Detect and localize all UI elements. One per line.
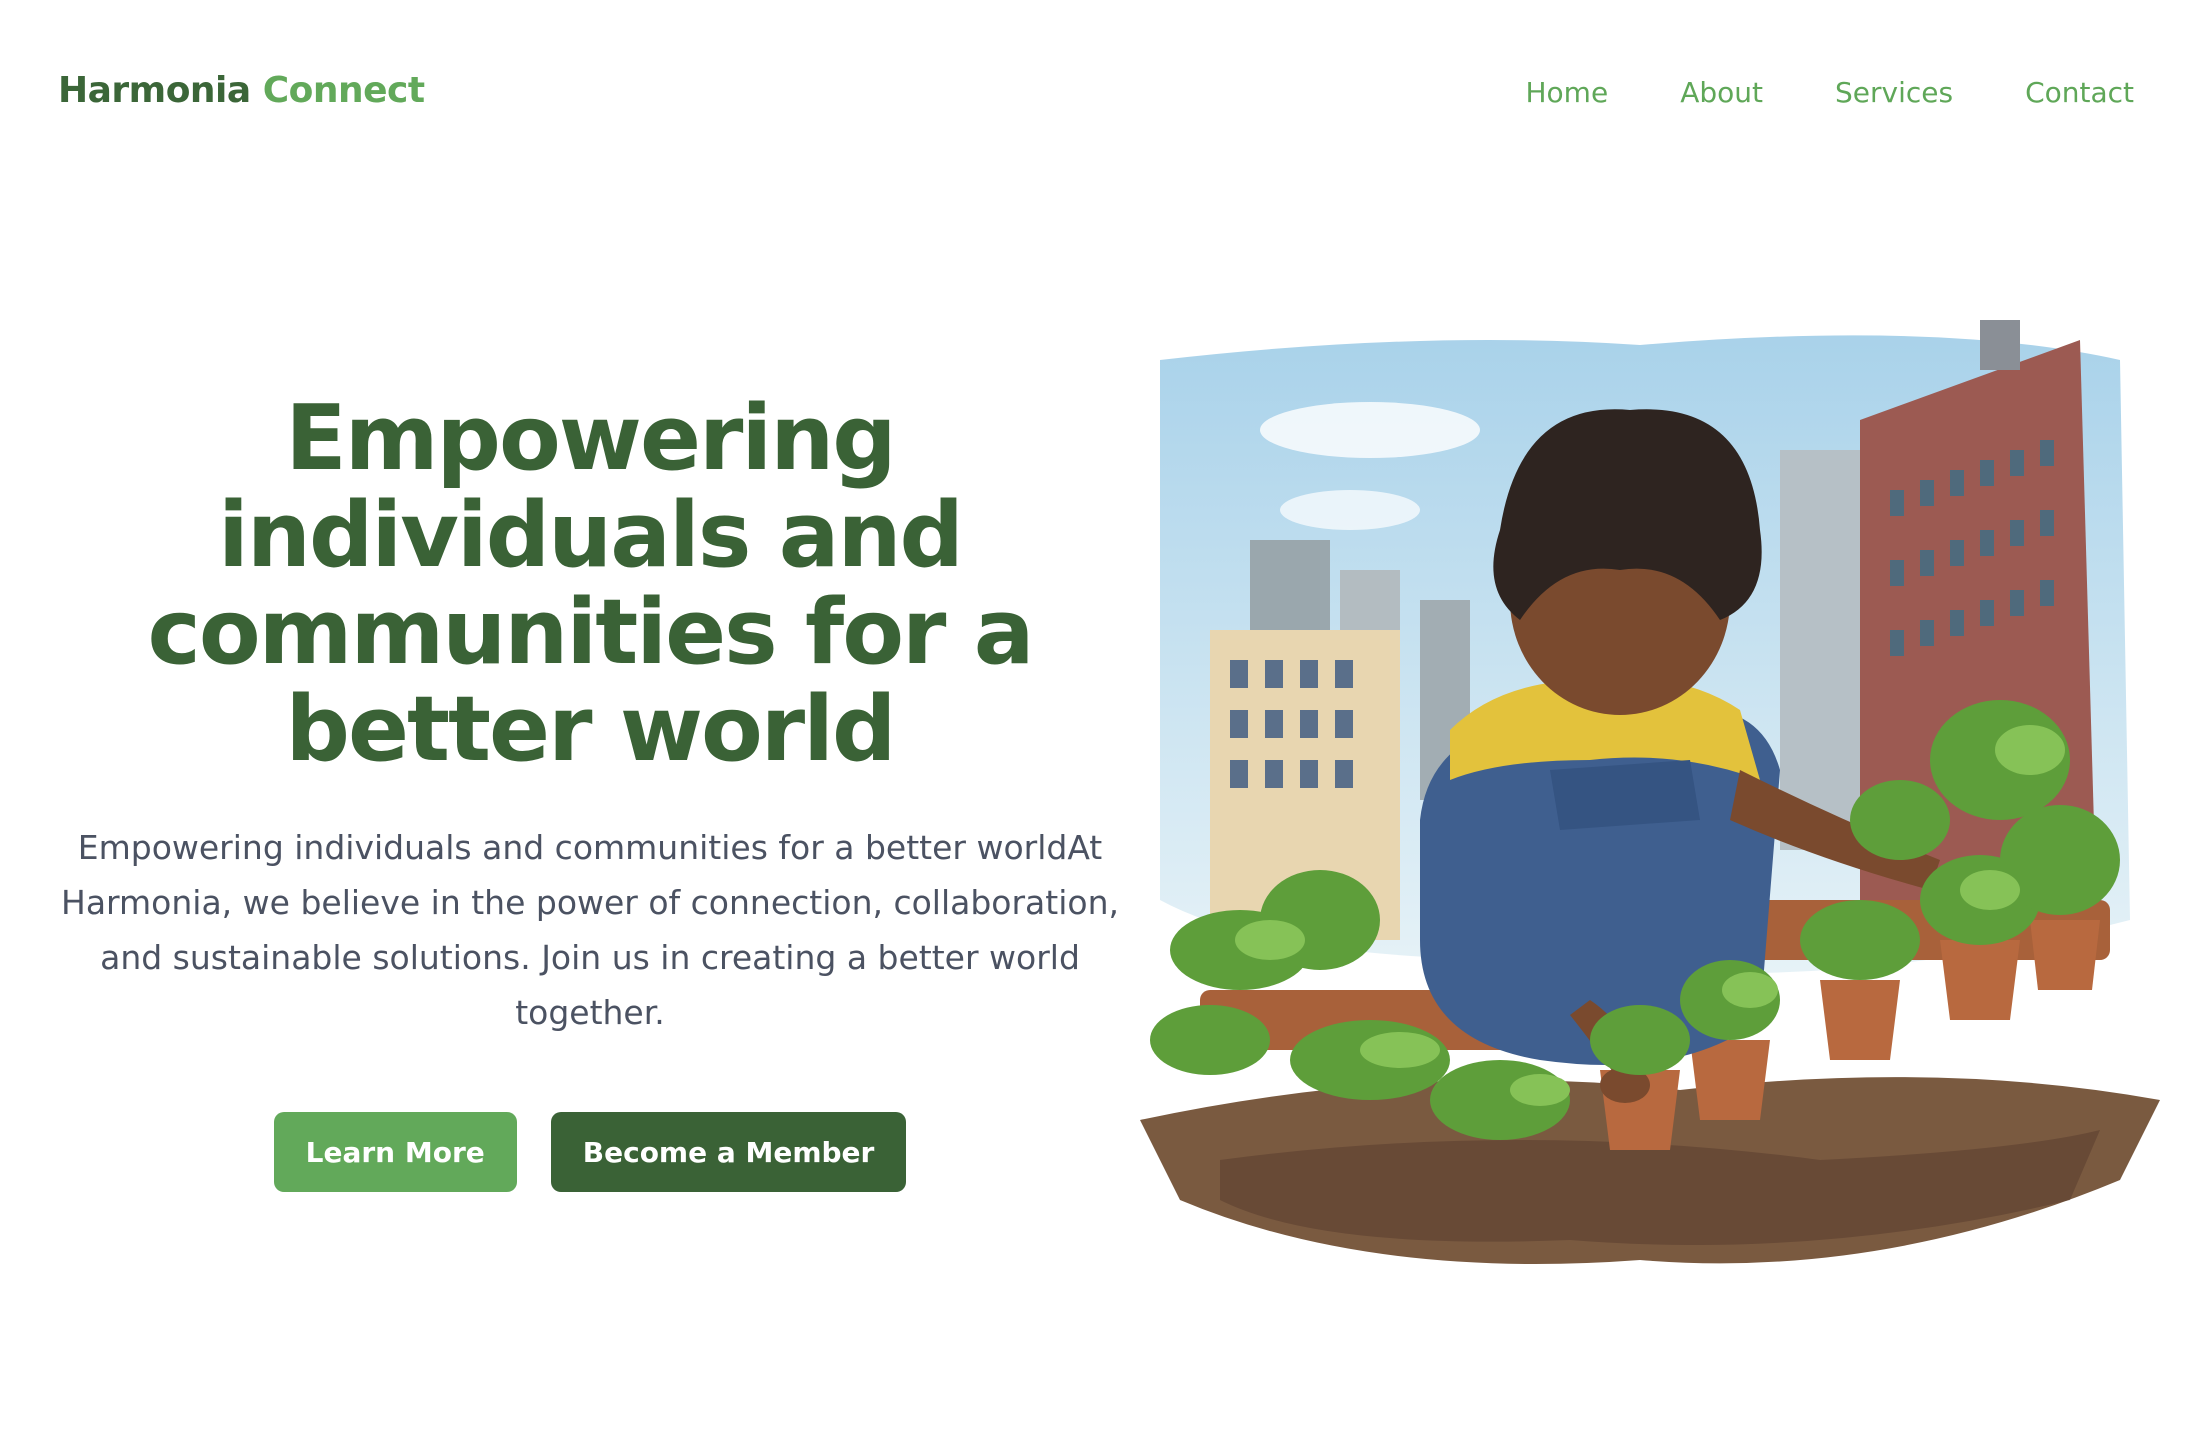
hero-content: Empowering individuals and communities f… bbox=[40, 390, 1140, 1192]
building bbox=[1780, 450, 1860, 850]
nav-link-contact[interactable]: Contact bbox=[2025, 76, 2134, 109]
site-logo[interactable]: Harmonia Connect bbox=[58, 70, 425, 111]
child-gardening-illustration bbox=[1140, 320, 2160, 1264]
main-nav: Home About Services Contact bbox=[1526, 76, 2135, 109]
hero-buttons: Learn More Become a Member bbox=[40, 1112, 1140, 1192]
nav-link-about[interactable]: About bbox=[1680, 76, 1763, 109]
nav-link-home[interactable]: Home bbox=[1526, 76, 1609, 109]
logo-text-connect: Connect bbox=[262, 70, 425, 111]
hero-subtitle: Empowering individuals and communities f… bbox=[61, 828, 1119, 1032]
cloud bbox=[1280, 490, 1420, 530]
cloud bbox=[1260, 402, 1480, 458]
become-member-button[interactable]: Become a Member bbox=[550, 1112, 907, 1192]
hero-title: Empowering individuals and communities f… bbox=[147, 386, 1035, 782]
logo-text-harmonia: Harmonia bbox=[58, 70, 251, 111]
water-tower bbox=[1980, 320, 2020, 370]
hero-illustration bbox=[1120, 300, 2170, 1300]
learn-more-button[interactable]: Learn More bbox=[273, 1112, 517, 1192]
site-header: Harmonia Connect Home About Services Con… bbox=[0, 0, 2204, 190]
nav-link-services[interactable]: Services bbox=[1835, 76, 1953, 109]
